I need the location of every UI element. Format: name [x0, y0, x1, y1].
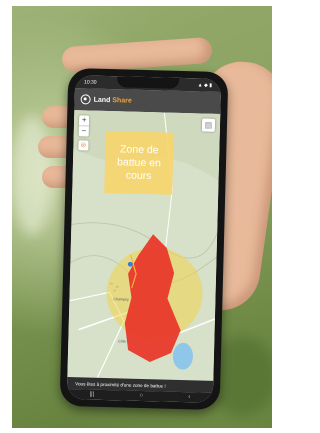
- zoom-in-button[interactable]: +: [79, 115, 89, 125]
- photo-background: 10:30 ▲ ◆ ▮ Land Share + − ◎ ▤ Zone de b…: [12, 6, 272, 428]
- smartphone: 10:30 ▲ ◆ ▮ Land Share + − ◎ ▤ Zone de b…: [59, 67, 229, 411]
- back-button[interactable]: ‹: [188, 394, 190, 400]
- zoom-out-button[interactable]: −: [78, 125, 89, 137]
- zoom-control: + −: [78, 115, 90, 137]
- app-logo: Land Share: [94, 96, 132, 104]
- locate-icon: ◎: [80, 142, 87, 149]
- status-indicators: ▲ ◆ ▮: [197, 81, 213, 89]
- layers-icon: ▤: [204, 120, 213, 130]
- proximity-alert-text: Vous êtes à proximité d'une zone de batt…: [75, 380, 166, 389]
- phone-screen: 10:30 ▲ ◆ ▮ Land Share + − ◎ ▤ Zone de b…: [66, 75, 222, 403]
- logo-text-accent: Share: [112, 96, 132, 105]
- thumb: [61, 36, 213, 74]
- recent-apps-button[interactable]: |||: [89, 392, 94, 398]
- status-time: 10:30: [84, 78, 97, 86]
- layers-button[interactable]: ▤: [201, 118, 216, 132]
- place-label: Champey: [113, 297, 129, 302]
- logo-text-main: Land: [93, 96, 111, 104]
- home-button[interactable]: ○: [139, 393, 143, 399]
- map-view[interactable]: + − ◎ ▤ Zone de battue en cours Champey …: [67, 110, 221, 381]
- camera-notch: [116, 76, 180, 89]
- place-label: Côte: [118, 339, 126, 344]
- landshare-logo-icon: [80, 94, 91, 105]
- locate-button[interactable]: ◎: [78, 140, 89, 151]
- zone-status-banner: Zone de battue en cours: [104, 130, 174, 195]
